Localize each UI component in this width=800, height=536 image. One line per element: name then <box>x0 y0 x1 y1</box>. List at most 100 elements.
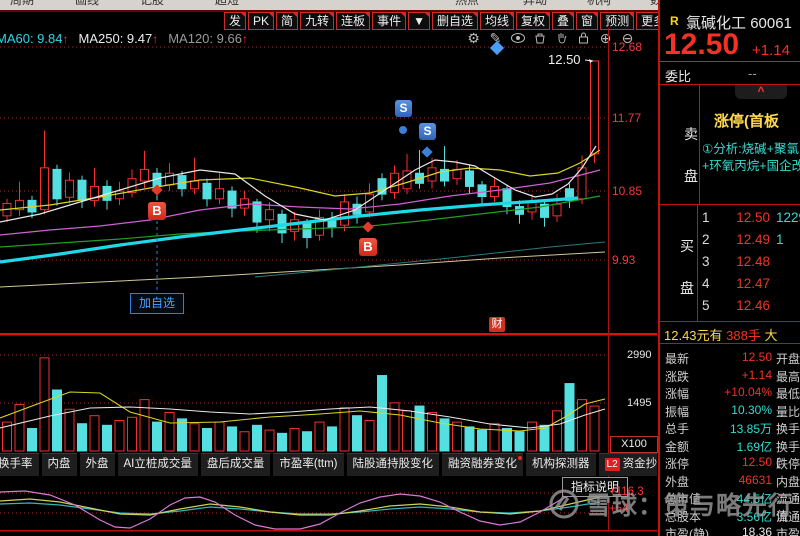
volume-bar <box>564 383 575 452</box>
volume-bar <box>539 424 550 452</box>
buy-signal-badge[interactable]: B <box>148 202 166 220</box>
buy-side-label: 盘 <box>680 280 694 296</box>
volume-bar <box>489 423 500 452</box>
buy-order-row[interactable]: 4 12.47 <box>698 276 800 298</box>
volume-bar <box>102 424 112 452</box>
buy-order-row[interactable]: 3 12.48 <box>698 254 800 276</box>
candle-body <box>390 172 399 194</box>
volume-bar <box>502 428 512 452</box>
volume-bar <box>302 431 312 452</box>
candle-body <box>465 170 474 187</box>
indicator-tab[interactable]: 外盘 <box>79 453 115 476</box>
volume-bar <box>252 424 262 452</box>
kdj-k-line <box>0 496 601 516</box>
candle-body <box>190 180 199 190</box>
indicator-tab[interactable]: L2资金抄底 <box>598 453 657 476</box>
pane-separator <box>0 530 657 532</box>
volume-axis-label: 1495 <box>627 397 652 409</box>
volume-bar <box>214 421 225 452</box>
divider <box>660 204 800 205</box>
volume-bar <box>464 426 475 452</box>
stat-row: 涨停 12.50 跌停 <box>665 455 800 471</box>
volume-bar <box>77 423 87 452</box>
volume-bar <box>39 357 50 452</box>
volume-bar <box>339 407 350 452</box>
candle-body <box>140 168 149 182</box>
candle-body <box>452 168 462 180</box>
volume-bar <box>552 410 562 452</box>
volume-bar <box>527 421 537 452</box>
sell-mark-dot <box>399 126 407 134</box>
collapse-chevron-icon[interactable]: ^ <box>735 85 787 99</box>
volume-axis-label: 2990 <box>627 349 652 361</box>
volume-bar <box>289 428 300 452</box>
stock-app-window: 周期画线记股超短热点异动机构数据研报智能 发PK简九转连板事件▼删自选均线复权叠… <box>0 0 800 536</box>
candle-body <box>477 184 487 197</box>
candle-body <box>115 190 124 200</box>
indicator-tab[interactable]: 换手率 <box>0 453 39 476</box>
indicator-tab[interactable]: 盘后成交量 <box>200 453 271 476</box>
volume-bar <box>189 423 200 452</box>
buy-signal-badge[interactable]: B <box>359 238 377 256</box>
volume-bar <box>277 432 287 452</box>
indicator-tab[interactable]: 市盈率(ttm) <box>273 453 344 476</box>
candle-body <box>40 167 49 211</box>
candle-body <box>77 179 87 201</box>
stat-row: 最新 12.50 开盘 <box>665 350 800 366</box>
volume-bar <box>27 428 37 452</box>
indicator-tab[interactable]: 机构探测器 <box>526 453 596 476</box>
divider <box>699 85 700 204</box>
sell-side-label: 盘 <box>684 168 698 184</box>
volume-bar <box>114 419 125 452</box>
candle-body <box>527 201 537 213</box>
buy-order-row[interactable]: 5 12.46 <box>698 298 800 320</box>
buy-order-row[interactable]: 2 12.49 1 <box>698 232 800 254</box>
volume-bar <box>64 408 75 452</box>
candle-body <box>515 206 524 215</box>
buy-order-row[interactable]: 112.501229 <box>698 210 800 232</box>
stat-row: 市盈(静)18.36市盈( <box>665 525 800 536</box>
candle-body <box>365 193 374 213</box>
indicator-tab[interactable]: 内盘 <box>41 453 77 476</box>
volume-bar <box>202 428 212 452</box>
finance-event-badge[interactable]: 财 <box>489 317 505 332</box>
volume-bar <box>477 429 487 452</box>
buy-side-label: 买 <box>680 238 694 254</box>
candle-body <box>577 167 587 200</box>
candle-body <box>240 198 249 209</box>
volume-bar <box>177 418 187 452</box>
add-to-watchlist-button[interactable]: 加自选 <box>130 293 184 314</box>
volume-bar <box>577 399 587 452</box>
volume-bar <box>314 421 325 452</box>
quote-panel: R 氯碱化工 60061 12.50 +1.14 委比 -- ^ 卖 盘 涨停(… <box>658 0 800 536</box>
stat-row: 金额 1.69亿 换手( <box>665 439 800 469</box>
peak-price-label: 12.50 <box>548 52 581 67</box>
r-badge: R <box>670 14 679 28</box>
sell-signal-badge[interactable]: S <box>419 123 436 140</box>
volume-unit-label: X100 <box>610 436 658 453</box>
price-axis-label: 12.68 <box>612 40 643 54</box>
divider <box>660 61 800 62</box>
indicator-tab[interactable]: 融资融券变化 <box>442 453 524 476</box>
volume-bar <box>227 426 237 452</box>
notification-dot <box>518 456 523 460</box>
analysis-line: +环氧丙烷+国企改 <box>702 159 800 173</box>
indicator-tab[interactable]: AI立桩成交量 <box>117 453 198 476</box>
limit-up-status: 涨停(首板 <box>714 113 779 130</box>
stat-row: 振幅 10.30% 量比 <box>665 402 800 419</box>
divider <box>660 321 800 322</box>
l2-badge: L2 <box>604 458 620 471</box>
candle-body <box>265 209 274 221</box>
price-axis-label: 11.77 <box>612 111 642 125</box>
indicator-tab[interactable]: 陆股通持股变化 <box>346 453 440 476</box>
candle-body <box>65 179 74 198</box>
sell-signal-badge[interactable]: S <box>395 100 412 117</box>
candle-body <box>202 182 212 200</box>
volume-bar <box>364 419 375 452</box>
last-price: 12.50 <box>664 28 740 61</box>
volume-bar <box>427 411 437 452</box>
watermark: 雪球：策与略先行 <box>548 486 794 522</box>
stat-row: 涨跌 +1.14 最高 <box>665 367 800 384</box>
volume-bar <box>164 411 175 452</box>
candle-body <box>215 188 224 200</box>
